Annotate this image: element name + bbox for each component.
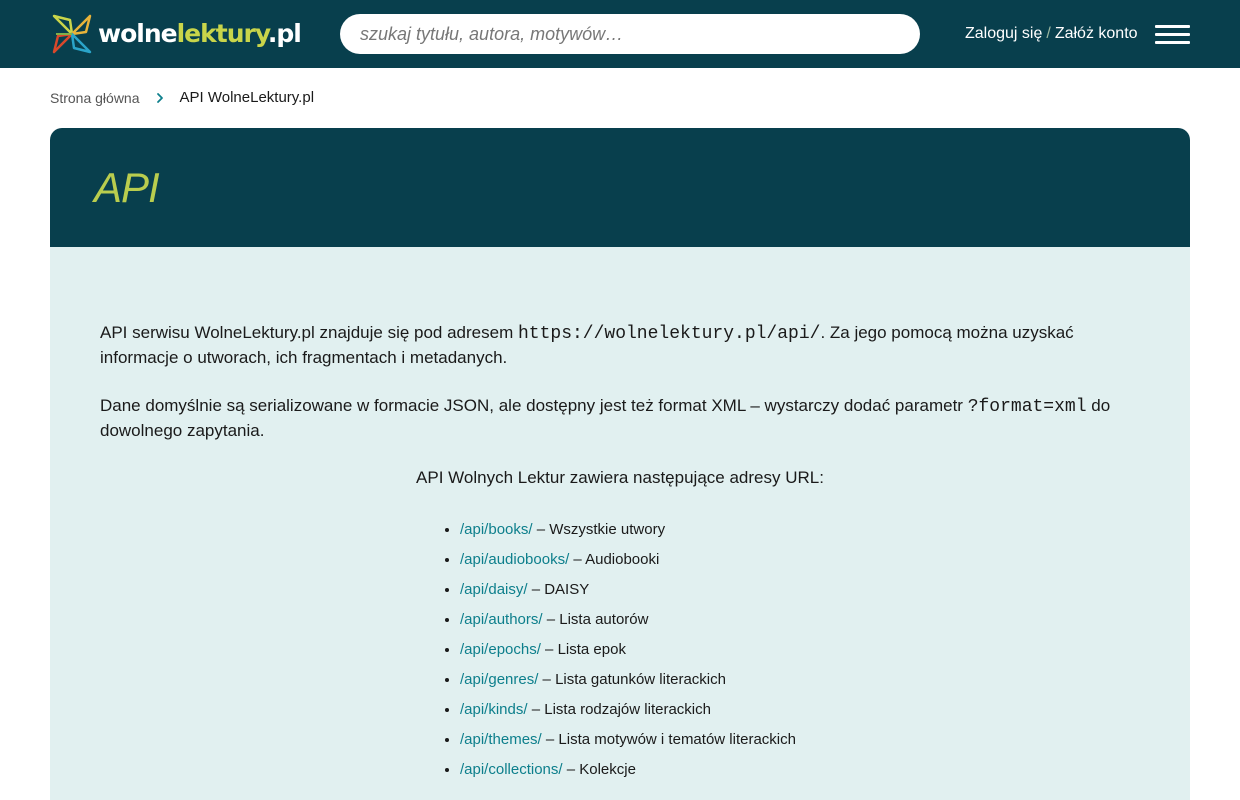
endpoint-description: – DAISY [527, 581, 590, 598]
endpoint-description: – Lista rodzajów literackich [527, 701, 711, 718]
endpoint-description: – Wszystkie utwory [532, 521, 666, 538]
breadcrumb: Strona główna API WolneLektury.pl [50, 88, 314, 108]
endpoint-link-collections[interactable]: /api/collections/ [460, 761, 563, 778]
endpoint-description: – Lista gatunków literackich [538, 671, 726, 688]
endpoint-description: – Lista autorów [542, 611, 649, 628]
auth-separator: / [1046, 25, 1051, 42]
list-item: /api/themes/ – Lista motywów i tematów l… [460, 725, 796, 755]
endpoint-description: – Lista epok [540, 641, 626, 658]
hamburger-menu-icon[interactable] [1155, 25, 1190, 45]
logo-text-part1: wolne [98, 19, 178, 48]
endpoint-description: – Lista motywów i tematów literackich [541, 731, 796, 748]
list-item: /api/kinds/ – Lista rodzajów literackich [460, 695, 796, 725]
endpoint-link-authors[interactable]: /api/authors/ [460, 611, 543, 628]
urls-heading: API Wolnych Lektur zawiera następujące a… [416, 468, 824, 487]
site-logo[interactable]: wolnelektury.pl [50, 12, 302, 56]
api-content: API serwisu WolneLektury.pl znajduje się… [50, 247, 1190, 800]
list-item: /api/collections/ – Kolekcje [460, 755, 796, 785]
intro-paragraph: API serwisu WolneLektury.pl znajduje się… [100, 321, 1130, 370]
format-param-code: ?format=xml [967, 397, 1087, 417]
butterfly-logo-icon [52, 14, 92, 54]
breadcrumb-home-link[interactable]: Strona główna [50, 88, 140, 108]
login-link[interactable]: Zaloguj się [965, 25, 1042, 42]
endpoint-description: – Audiobooki [569, 551, 660, 568]
format-text-start: Dane domyślnie są serializowane w formac… [100, 396, 968, 415]
list-item: /api/books/ – Wszystkie utwory [460, 515, 796, 545]
format-paragraph: Dane domyślnie są serializowane w formac… [100, 394, 1130, 443]
list-item: /api/genres/ – Lista gatunków literackic… [460, 665, 796, 695]
auth-links: Zaloguj się / Załóż konto [965, 24, 1138, 44]
logo-text-part3: .pl [267, 19, 302, 48]
intro-text-start: API serwisu WolneLektury.pl znajduje się… [100, 323, 518, 342]
search-input[interactable] [340, 14, 920, 54]
list-item: /api/daisy/ – DAISY [460, 575, 796, 605]
logo-text-part2: lektury [176, 19, 269, 48]
top-navbar: wolnelektury.pl Zaloguj się/Załóż konto [0, 0, 1240, 68]
endpoint-description: – Kolekcje [562, 761, 636, 778]
page-header-band: API [50, 128, 1190, 247]
endpoint-link-daisy[interactable]: /api/daisy/ [460, 581, 528, 598]
api-url-code: https://wolnelektury.pl/api/ [517, 324, 821, 344]
list-item: /api/audiobooks/ – Audiobooki [460, 545, 796, 575]
endpoint-link-genres[interactable]: /api/genres/ [460, 671, 538, 688]
endpoint-link-kinds[interactable]: /api/kinds/ [460, 701, 528, 718]
endpoint-link-books[interactable]: /api/books/ [460, 521, 533, 538]
logo-wordmark: wolnelektury.pl [98, 12, 302, 56]
endpoint-list: /api/books/ – Wszystkie utwory /api/audi… [440, 515, 796, 785]
endpoint-link-audiobooks[interactable]: /api/audiobooks/ [460, 551, 569, 568]
list-item: /api/epochs/ – Lista epok [460, 635, 796, 665]
endpoint-link-themes[interactable]: /api/themes/ [460, 731, 542, 748]
list-item: /api/authors/ – Lista autorów [460, 605, 796, 635]
breadcrumb-current: API WolneLektury.pl [179, 89, 315, 106]
register-link[interactable]: Załóż konto [1055, 25, 1138, 42]
endpoint-link-epochs[interactable]: /api/epochs/ [460, 641, 541, 658]
page-title: API [94, 164, 160, 211]
chevron-right-icon [156, 93, 163, 103]
